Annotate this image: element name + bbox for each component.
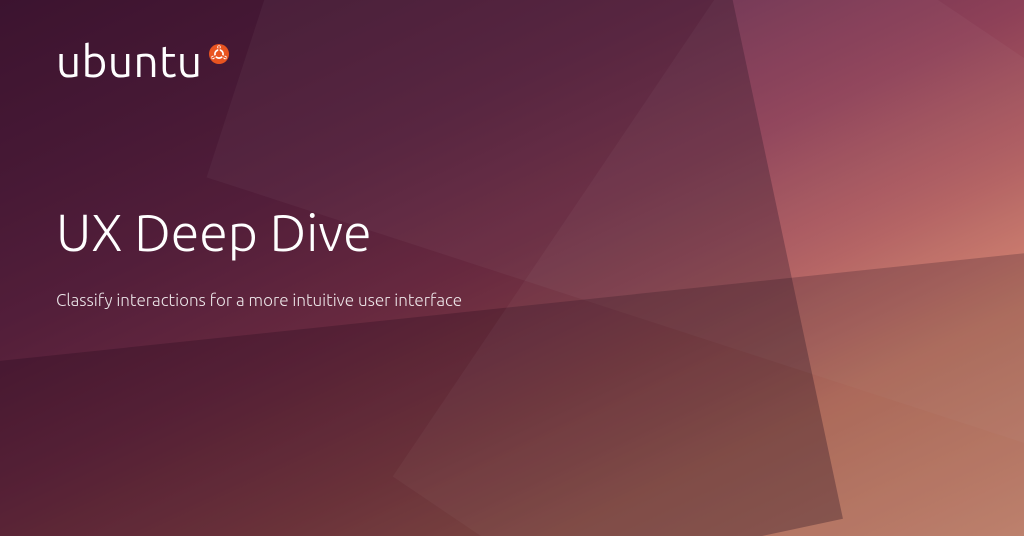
ubuntu-wordmark: ubuntu — [56, 40, 203, 84]
slide-content: ubuntu UX Deep — [0, 0, 1024, 536]
slide-title: UX Deep Dive — [56, 204, 968, 261]
title-slide: ubuntu UX Deep — [0, 0, 1024, 536]
ubuntu-logo: ubuntu — [56, 40, 968, 84]
ubuntu-circle-of-friends-icon — [209, 44, 229, 64]
slide-subtitle: Classify interactions for a more intuiti… — [56, 291, 968, 310]
